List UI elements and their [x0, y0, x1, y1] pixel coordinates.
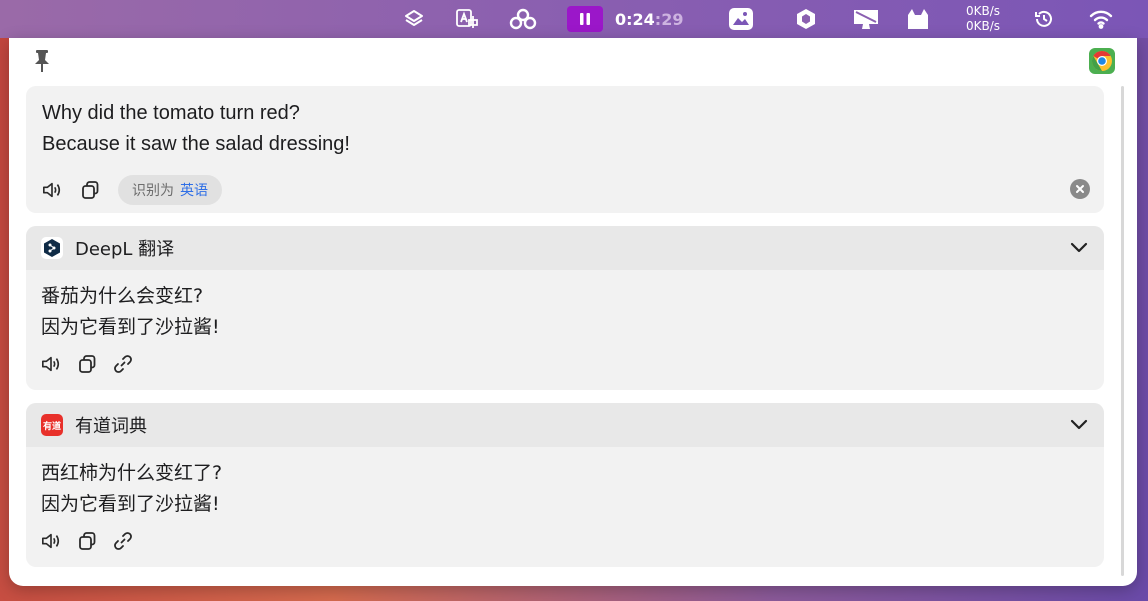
close-icon [1076, 185, 1084, 193]
image-icon[interactable] [727, 0, 755, 38]
copy-icon[interactable] [80, 180, 100, 200]
timer-readout[interactable]: 0:24:29 [615, 0, 683, 38]
youdao-result-card: 有道 有道词典 西红柿为什么变红了? 因为它看到了沙拉酱! [26, 403, 1104, 567]
time-machine-icon[interactable] [1032, 0, 1056, 38]
wifi-icon[interactable] [1088, 0, 1114, 38]
chrome-icon[interactable] [1089, 48, 1115, 79]
youdao-toolbar [41, 531, 133, 551]
link-icon[interactable] [113, 354, 133, 374]
network-speed[interactable]: 0KB/s 0KB/s [966, 4, 1000, 34]
scrollbar[interactable] [1121, 86, 1124, 576]
deepl-service-name: DeepL 翻译 [75, 239, 175, 260]
youdao-result-text[interactable]: 西红柿为什么变红了? 因为它看到了沙拉酱! [41, 458, 222, 520]
youdao-logo-text: 有道 [42, 421, 61, 432]
source-text-card: Why did the tomato turn red? Because it … [26, 86, 1104, 213]
speaker-icon[interactable] [42, 180, 62, 200]
detected-language-badge[interactable]: 识别为 英语 [118, 175, 222, 205]
layers-icon[interactable] [402, 0, 426, 38]
youdao-service-name: 有道词典 [75, 416, 147, 437]
hexagon-icon[interactable] [795, 0, 817, 38]
display-icon[interactable] [851, 0, 881, 38]
source-line-2: Because it saw the salad dressing! [42, 133, 350, 155]
link-icon[interactable] [113, 531, 133, 551]
timer-dim: :29 [654, 9, 684, 29]
deepl-line-2: 因为它看到了沙拉酱! [41, 316, 220, 338]
menubar: 0:24:29 0KB/s 0KB/s [0, 0, 1148, 38]
youdao-line-1: 西红柿为什么变红了? [41, 462, 223, 484]
speaker-icon[interactable] [41, 531, 61, 551]
source-line-1: Why did the tomato turn red? [42, 102, 300, 124]
deepl-card-header[interactable]: DeepL 翻译 [26, 226, 1104, 270]
copy-icon[interactable] [77, 531, 97, 551]
detected-language: 英语 [180, 183, 208, 199]
pause-icon [580, 13, 590, 25]
youdao-line-2: 因为它看到了沙拉酱! [41, 493, 220, 515]
copy-icon[interactable] [77, 354, 97, 374]
pause-button[interactable] [567, 6, 603, 32]
clear-button[interactable] [1070, 179, 1090, 199]
chevron-down-icon[interactable] [1069, 416, 1089, 439]
deepl-logo-icon [41, 237, 63, 259]
chevron-down-icon[interactable] [1069, 239, 1089, 262]
deepl-line-1: 番茄为什么会变红? [41, 285, 204, 307]
deepl-toolbar [41, 354, 133, 374]
cloud-sync-icon[interactable] [507, 0, 539, 38]
net-upload: 0KB/s [966, 4, 1001, 18]
cat-icon[interactable] [904, 0, 932, 38]
detected-prefix: 识别为 [132, 183, 174, 199]
translate-icon[interactable] [454, 0, 482, 38]
source-text[interactable]: Why did the tomato turn red? Because it … [42, 98, 350, 160]
youdao-card-header[interactable]: 有道 有道词典 [26, 403, 1104, 447]
youdao-logo-icon: 有道 [41, 414, 63, 436]
net-download: 0KB/s [966, 19, 1001, 33]
pin-icon[interactable] [33, 48, 51, 79]
translation-panel: Why did the tomato turn red? Because it … [9, 38, 1137, 586]
timer-main: 0:24 [615, 9, 655, 29]
speaker-icon[interactable] [41, 354, 61, 374]
deepl-result-text[interactable]: 番茄为什么会变红? 因为它看到了沙拉酱! [41, 281, 220, 343]
deepl-result-card: DeepL 翻译 番茄为什么会变红? 因为它看到了沙拉酱! [26, 226, 1104, 390]
